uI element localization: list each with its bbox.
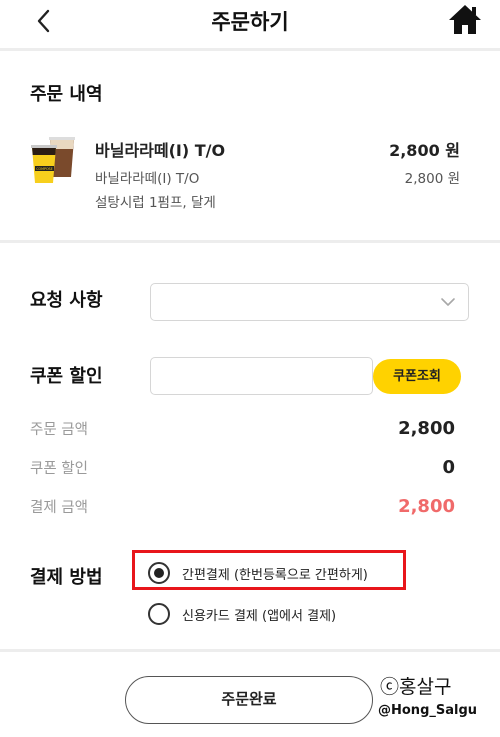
home-icon[interactable] [447, 3, 483, 37]
order-amount-value: 2,800 [398, 418, 455, 439]
divider [0, 48, 500, 51]
item-price: 2,800 원 [389, 141, 460, 160]
menu-item-thumbnail: COMPOSE [30, 133, 76, 185]
chevron-down-icon [439, 293, 457, 311]
coupon-discount-label: 쿠폰 할인 [30, 461, 88, 477]
order-complete-button[interactable]: 주문완료 [125, 676, 373, 724]
order-amount-label: 주문 금액 [30, 422, 88, 438]
watermark-line1: ⓒ홍살구 [380, 676, 452, 698]
payment-method-label: 결제 방법 [30, 567, 103, 588]
item-option-name: 바닐라라떼(I) T/O [95, 171, 200, 187]
watermark-line2: @Hong_Salgu [378, 703, 478, 718]
order-section-title: 주문 내역 [30, 84, 103, 105]
app-header: 주문하기 [0, 0, 500, 48]
coupon-input[interactable] [150, 357, 373, 395]
payment-option-easy-label[interactable]: 간편결제 (한번등록으로 간편하게) [182, 564, 368, 583]
payment-option-easy-radio[interactable] [148, 562, 170, 584]
coupon-label: 쿠폰 할인 [30, 366, 103, 387]
item-option-price: 2,800 원 [404, 171, 460, 187]
coupon-discount-value: 0 [442, 457, 455, 478]
request-select[interactable] [150, 283, 469, 321]
page-title: 주문하기 [211, 10, 289, 34]
payment-option-card-label[interactable]: 신용카드 결제 (앱에서 결제) [182, 605, 336, 624]
divider [0, 240, 500, 243]
payment-amount-value: 2,800 [398, 496, 455, 517]
payment-amount-label: 결제 금액 [30, 500, 88, 516]
radio-selected-dot [154, 568, 164, 578]
divider [0, 649, 500, 652]
item-name: 바닐라라떼(I) T/O [95, 141, 226, 160]
coupon-search-button[interactable]: 쿠폰조회 [373, 359, 461, 394]
request-label: 요청 사항 [30, 290, 103, 311]
payment-option-card-radio[interactable] [148, 603, 170, 625]
item-option-detail: 설탕시럽 1펌프, 달게 [95, 195, 216, 211]
cup-brand-text: COMPOSE [36, 167, 53, 171]
